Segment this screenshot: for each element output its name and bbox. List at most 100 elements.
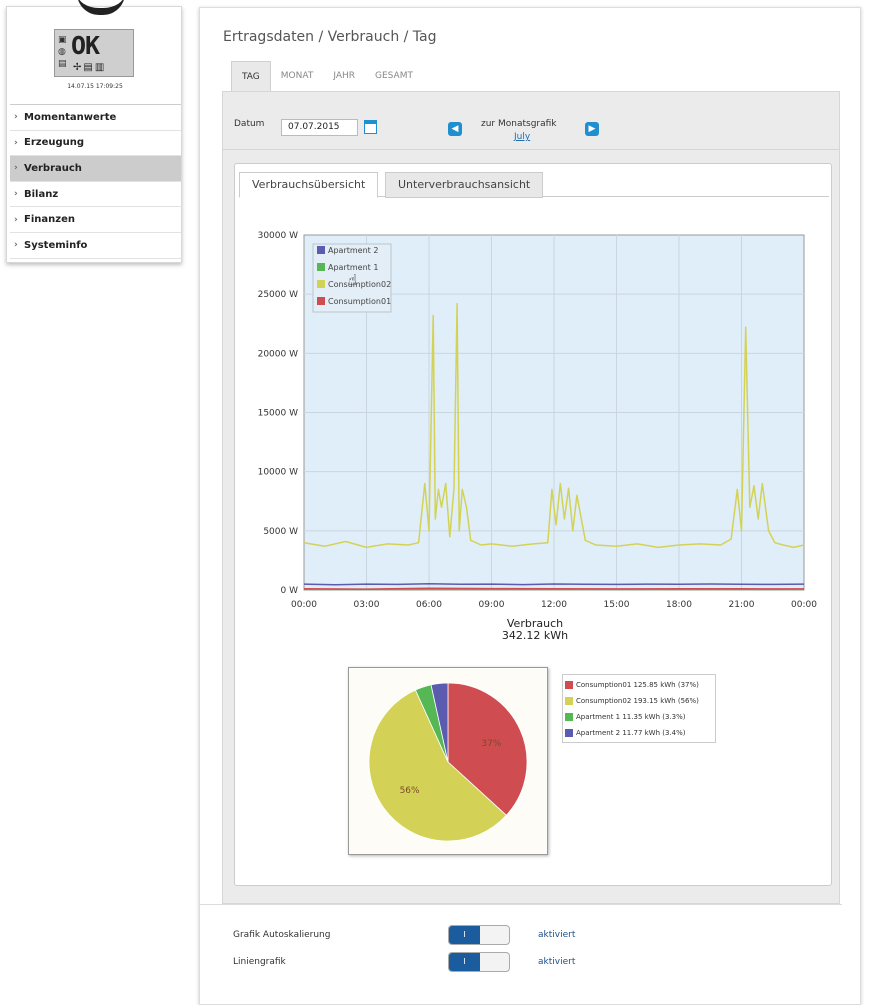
pie-legend-item[interactable]: Apartment 1 11.35 kWh (3.3%): [565, 709, 713, 725]
y-tick-label: 20000 W: [258, 349, 298, 359]
legend-swatch: [565, 729, 573, 737]
y-tick-label: 5000 W: [263, 527, 298, 537]
autoscale-toggle[interactable]: I: [448, 925, 510, 945]
pie-chart: 37% 56%: [368, 682, 528, 842]
pie-legend-item[interactable]: Consumption01 125.85 kWh (37%): [565, 677, 713, 693]
pie-legend-item[interactable]: Consumption02 193.15 kWh (56%): [565, 693, 713, 709]
x-tick-label: 03:00: [354, 600, 380, 610]
hand-cursor-icon: ☝: [348, 271, 357, 289]
legend-label: Consumption02 193.15 kWh (56%): [576, 697, 699, 705]
page: ▣ ◍ ▤ OK ✢▤▥ 14.07.15 17:09:25 › Momentanwe…: [0, 0, 872, 1005]
sidebar-item-label: Systeminfo: [24, 239, 88, 251]
x-tick-label: 00:00: [791, 600, 817, 610]
legend-label[interactable]: Apartment 2: [328, 246, 378, 255]
month-chart-link[interactable]: July: [514, 132, 530, 142]
x-tick-label: 15:00: [604, 600, 630, 610]
sidebar-item-momentanwerte[interactable]: › Momentanwerte: [10, 105, 181, 131]
setting-label: Liniengrafik: [233, 957, 286, 967]
main-panel: Ertragsdaten / Verbrauch / Tag TAG MONAT…: [199, 7, 861, 1005]
chevron-right-icon: ›: [14, 112, 18, 123]
breadcrumb: Ertragsdaten / Verbrauch / Tag: [223, 29, 437, 45]
tab-jahr[interactable]: JAHR: [323, 61, 365, 93]
sidebar-item-label: Verbrauch: [24, 162, 82, 174]
sidebar-menu: › Momentanwerte › Erzeugung › Verbrauch › Bi…: [10, 104, 181, 259]
y-tick-label: 0 W: [281, 586, 299, 596]
y-tick-label: 10000 W: [258, 468, 298, 478]
x-tick-label: 21:00: [729, 600, 755, 610]
sidebar-item-verbrauch[interactable]: › Verbrauch: [10, 156, 181, 182]
sidebar-item-label: Finanzen: [24, 214, 75, 226]
device-timestamp: 14.07.15 17:09:25: [67, 83, 123, 90]
toggle-on-indicator: I: [449, 926, 480, 944]
display-text: OK: [71, 31, 100, 60]
chevron-right-icon: ›: [14, 137, 18, 148]
sidebar-item-finanzen[interactable]: › Finanzen: [10, 207, 181, 233]
content-area: Datum 07.07.2015 ◀ zur Monatsgrafik July…: [222, 91, 840, 904]
x-tick-label: 00:00: [291, 600, 317, 610]
chart-panel: Verbrauchsübersicht Unterverbrauchsansic…: [234, 163, 832, 886]
x-tick-label: 12:00: [541, 600, 567, 610]
arrow-left-icon[interactable]: ◀: [448, 122, 462, 136]
x-tick-label: 09:00: [479, 600, 505, 610]
date-label: Datum: [234, 119, 265, 129]
y-tick-label: 30000 W: [258, 231, 298, 241]
view-tabs: Verbrauchsübersicht Unterverbrauchsansic…: [239, 168, 829, 198]
legend-swatch: [317, 246, 325, 254]
pie-legend-item[interactable]: Apartment 2 11.77 kWh (3.4%): [565, 725, 713, 741]
tab-verbrauchsuebersicht[interactable]: Verbrauchsübersicht: [239, 172, 379, 198]
line-chart: 0 W 5000 W 10000 W 15000 W 20000 W 25000 W 300…: [258, 231, 818, 610]
y-tick-label: 15000 W: [258, 409, 298, 419]
pie-chart-box: 37% 56%: [348, 667, 548, 855]
legend-label[interactable]: Consumption02: [328, 280, 391, 289]
device-display: ▣ ◍ ▤ OK ✢▤▥: [54, 29, 134, 77]
date-row: Datum 07.07.2015 ◀ zur Monatsgrafik July…: [223, 92, 839, 150]
setting-line-chart: Liniengrafik I aktiviert: [211, 952, 811, 974]
arrow-right-icon[interactable]: ▶: [585, 122, 599, 136]
pie-legend: Consumption01 125.85 kWh (37%) Consumptio…: [562, 674, 716, 743]
period-tabs: TAG MONAT JAHR GESAMT: [231, 61, 423, 93]
legend-swatch: [317, 297, 325, 305]
display-status-icons: ▣ ◍ ▤: [58, 35, 67, 69]
display-bottom-icons: ✢▤▥: [73, 62, 107, 73]
tab-gesamt[interactable]: GESAMT: [365, 61, 423, 93]
decorative-arc: [77, 0, 125, 15]
pie-chart-total: 342.12 kWh: [501, 629, 569, 642]
sidebar-item-bilanz[interactable]: › Bilanz: [10, 182, 181, 208]
calendar-icon[interactable]: [364, 120, 377, 134]
chevron-right-icon: ›: [14, 240, 18, 251]
settings-panel: Grafik Autoskalierung I aktiviert Linien…: [200, 904, 842, 984]
legend-swatch: [317, 280, 325, 288]
pie-chart-title: Verbrauch 342.12 kWh: [435, 618, 635, 642]
legend-swatch: [565, 713, 573, 721]
date-field[interactable]: 07.07.2015: [281, 119, 358, 136]
y-tick-label: 25000 W: [258, 290, 298, 300]
sidebar-item-erzeugung[interactable]: › Erzeugung: [10, 131, 181, 157]
series-line-consumption01: [303, 587, 805, 590]
line-chart-toggle[interactable]: I: [448, 952, 510, 972]
legend-swatch: [565, 697, 573, 705]
legend-swatch: [565, 681, 573, 689]
sidebar: ▣ ◍ ▤ OK ✢▤▥ 14.07.15 17:09:25 › Momentanwe…: [6, 6, 182, 263]
tab-monat[interactable]: MONAT: [271, 61, 324, 93]
sidebar-item-label: Momentanwerte: [24, 111, 117, 123]
chevron-right-icon: ›: [14, 189, 18, 200]
setting-state: aktiviert: [538, 930, 576, 940]
sidebar-item-systeminfo[interactable]: › Systeminfo: [10, 233, 181, 259]
sidebar-item-label: Bilanz: [24, 188, 59, 200]
setting-label: Grafik Autoskalierung: [233, 930, 331, 940]
setting-autoscale: Grafik Autoskalierung I aktiviert: [211, 925, 811, 947]
series-line-apartment-2: [303, 583, 805, 586]
legend-label: Apartment 2 11.77 kWh (3.4%): [576, 729, 686, 737]
legend-label[interactable]: Consumption01: [328, 297, 391, 306]
legend-label: Consumption01 125.85 kWh (37%): [576, 681, 699, 689]
chevron-right-icon: ›: [14, 163, 18, 174]
tab-tag[interactable]: TAG: [231, 61, 271, 93]
chevron-right-icon: ›: [14, 214, 18, 225]
setting-state: aktiviert: [538, 957, 576, 967]
toggle-on-indicator: I: [449, 953, 480, 971]
pie-slice-label: 56%: [400, 786, 420, 796]
tab-unterverbrauchsansicht[interactable]: Unterverbrauchsansicht: [385, 172, 544, 198]
x-tick-label: 18:00: [666, 600, 692, 610]
pie-slice-label: 37%: [481, 739, 501, 749]
sidebar-item-label: Erzeugung: [24, 137, 85, 149]
